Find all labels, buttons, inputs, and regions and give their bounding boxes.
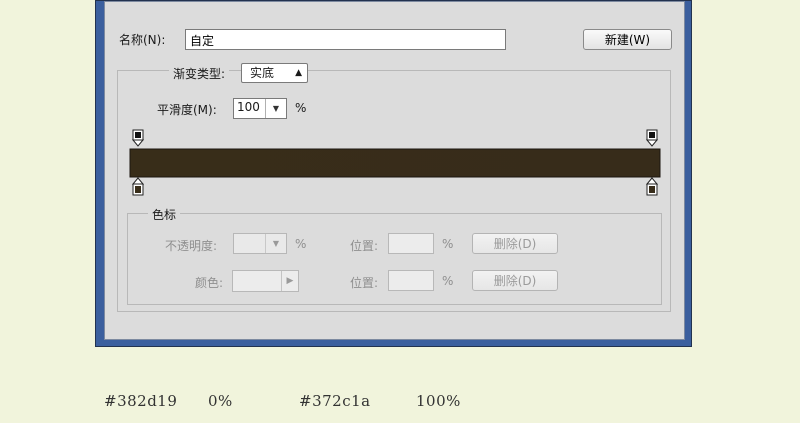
smoothness-label: 平滑度(M): [157,103,217,117]
chevron-down-icon[interactable]: ▼ [265,234,286,253]
color-stop-left[interactable] [131,177,145,196]
gradient-editor-window: 名称(N): 自定 新建(W) 渐变类型: 实底 ▲︎ 平滑度(M): 100 … [95,0,692,347]
color-label: 颜色: [195,276,224,290]
stop1-hex: #382d19 [104,392,178,410]
color-location-unit: % [442,274,454,288]
gradient-strip [129,129,661,196]
opacity-location-unit: % [442,237,454,251]
color-location-input[interactable] [388,270,434,291]
color-location-label: 位置: [350,276,379,290]
opacity-label: 不透明度: [165,239,218,253]
chevron-right-icon[interactable]: ▶ [281,271,298,291]
opacity-combo[interactable]: ▼ [233,233,287,254]
opacity-location-input[interactable] [388,233,434,254]
stop1-position: 0% [208,392,233,410]
gradient-preview-bar[interactable] [129,148,661,178]
smoothness-unit: % [295,101,307,115]
gradient-type-select[interactable]: 实底 ▲︎ [241,63,308,83]
delete-opacity-stop-button[interactable]: 删除(D) [472,233,558,254]
color-stop-group [127,213,662,305]
dialog-body: 名称(N): 自定 新建(W) 渐变类型: 实底 ▲︎ 平滑度(M): 100 … [104,1,685,340]
name-label: 名称(N): [119,33,166,47]
smoothness-value: 100 [237,100,260,114]
name-input[interactable]: 自定 [185,29,506,50]
opacity-stop-right[interactable] [645,129,659,147]
color-swatch[interactable]: ▶ [232,270,299,292]
color-stop-right[interactable] [645,177,659,196]
name-input-value: 自定 [190,34,215,48]
stop2-hex: #372c1a [299,392,371,410]
opacity-location-label: 位置: [350,239,379,253]
opacity-unit: % [295,237,307,251]
gradient-type-value: 实底 [250,66,275,80]
opacity-stop-left[interactable] [131,129,145,147]
color-stop-legend: 色标 [148,206,181,223]
chevron-down-icon[interactable]: ▼ [265,99,286,118]
gradient-type-label: 渐变类型: [169,65,230,82]
stop2-position: 100% [416,392,461,410]
smoothness-combo[interactable]: 100 ▼ [233,98,287,119]
up-down-arrows-icon: ▲︎ [295,68,302,78]
delete-color-stop-button[interactable]: 删除(D) [472,270,558,291]
new-button[interactable]: 新建(W) [583,29,672,50]
